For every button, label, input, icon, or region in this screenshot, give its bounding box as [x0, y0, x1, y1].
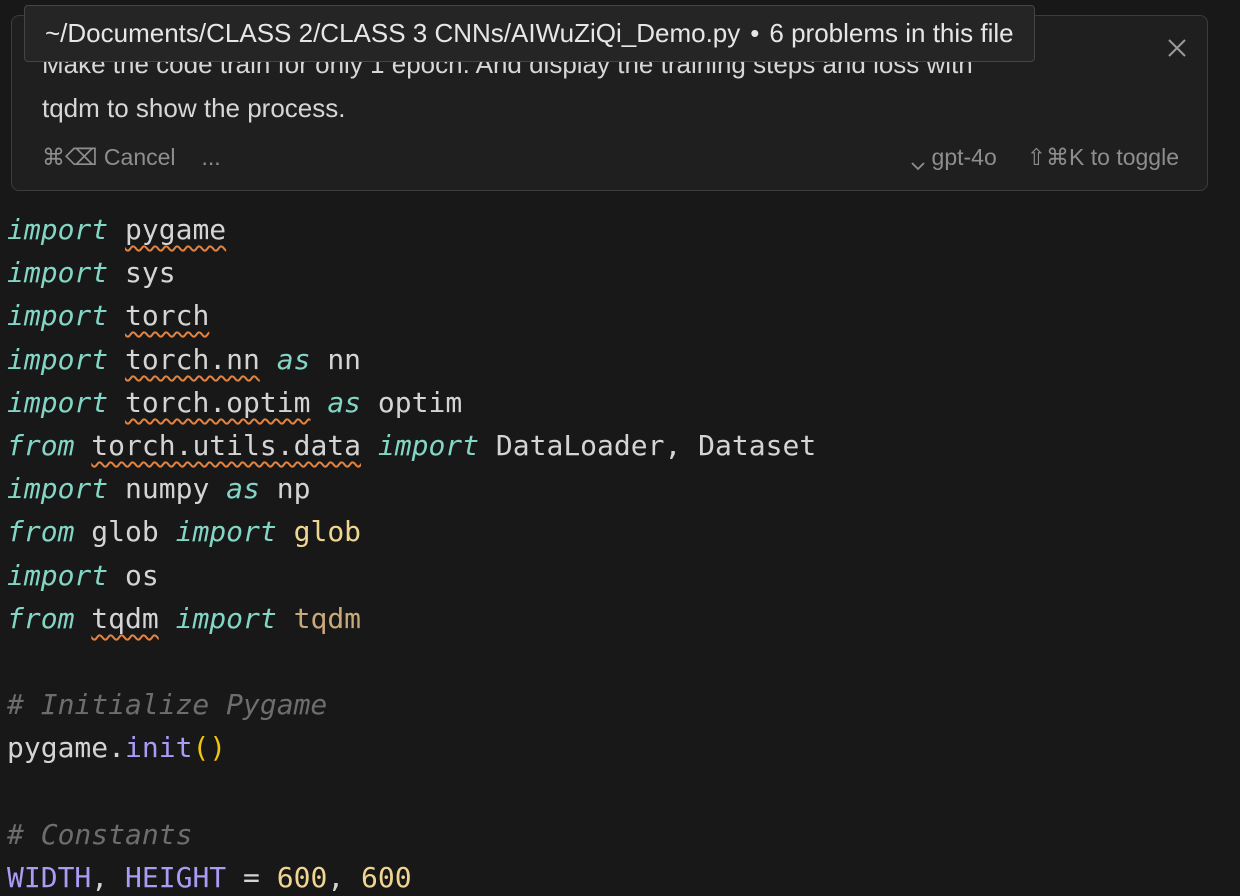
- code-line-8: from glob import glob: [7, 512, 361, 552]
- keyword: import: [7, 213, 109, 246]
- code-line-6: from torch.utils.data import DataLoader,…: [7, 426, 816, 466]
- chevron-down-icon: [910, 151, 926, 171]
- close-icon[interactable]: [1165, 36, 1189, 60]
- constant-name: HEIGHT: [125, 861, 227, 894]
- keyword: from: [7, 515, 75, 548]
- operator: =: [226, 861, 277, 894]
- keyword: from: [7, 429, 75, 462]
- number-literal: 600: [361, 861, 412, 894]
- number-literal: 600: [276, 861, 328, 894]
- alias-name: np: [276, 472, 311, 505]
- code-line-4: import torch.nn as nn: [7, 340, 361, 380]
- module-name: pygame: [125, 213, 227, 246]
- code-line-15: # Constants: [7, 815, 192, 855]
- code-line-9: import os: [7, 556, 159, 596]
- comment: # Constants: [7, 818, 193, 851]
- constant-name: WIDTH: [7, 861, 92, 894]
- keyword: import: [7, 299, 109, 332]
- keyword: import: [7, 386, 109, 419]
- imported-names: DataLoader, Dataset: [495, 429, 817, 462]
- keyword: import: [377, 429, 480, 462]
- module-name: torch.nn: [125, 343, 260, 376]
- cancel-button[interactable]: ⌘⌫ Cancel: [42, 144, 176, 171]
- keyword: as: [276, 343, 311, 376]
- keyword: import: [7, 343, 109, 376]
- keyword: import: [175, 602, 277, 635]
- punctuation: ,: [327, 861, 362, 894]
- problems-count: 6 problems in this file: [769, 18, 1014, 48]
- more-options-button[interactable]: ...: [202, 144, 221, 171]
- code-editor[interactable]: import pygame import sys import torch im…: [0, 195, 1240, 896]
- file-path-tooltip: ~/Documents/CLASS 2/CLASS 3 CNNs/AIWuZiQ…: [24, 5, 1035, 62]
- module-name: glob: [91, 515, 159, 548]
- code-line-16: WIDTH, HEIGHT = 600, 600: [7, 858, 412, 896]
- module-name: torch.utils.data: [91, 429, 362, 462]
- model-label: gpt-4o: [931, 143, 997, 170]
- keyword: as: [226, 472, 260, 505]
- toggle-shortcut-hint: ⇧⌘K to toggle: [1026, 143, 1179, 170]
- prompt-line-2: tqdm to show the process.: [42, 93, 346, 123]
- code-line-3: import torch: [7, 296, 209, 336]
- object-name: pygame.: [7, 731, 126, 764]
- keyword: import: [175, 515, 277, 548]
- function-name: tqdm: [293, 602, 362, 635]
- keyword: import: [7, 559, 109, 592]
- comment: # Initialize Pygame: [7, 688, 328, 721]
- keyword: import: [7, 256, 109, 289]
- file-path: ~/Documents/CLASS 2/CLASS 3 CNNs/AIWuZiQ…: [45, 18, 741, 48]
- module-name: os: [125, 559, 159, 592]
- parentheses: (): [192, 731, 227, 764]
- alias-name: nn: [327, 343, 362, 376]
- model-selector[interactable]: gpt-4o: [910, 144, 997, 171]
- code-line-7: import numpy as np: [7, 469, 310, 509]
- code-line-12: # Initialize Pygame: [7, 685, 327, 725]
- method-call: init: [125, 731, 193, 764]
- keyword: as: [327, 386, 362, 419]
- keyword: from: [7, 602, 75, 635]
- module-name: sys: [125, 256, 176, 289]
- tooltip-separator: •: [750, 18, 760, 48]
- module-name: torch: [125, 299, 210, 332]
- module-name: tqdm: [91, 602, 159, 635]
- prompt-footer: ⌘⌫ Cancel ... gpt-4o ⇧⌘K to toggle: [42, 140, 1179, 174]
- punctuation: ,: [91, 861, 126, 894]
- code-line-1: import pygame: [7, 210, 226, 250]
- code-line-10: from tqdm import tqdm: [7, 599, 361, 639]
- function-name: glob: [293, 515, 362, 548]
- code-line-13: pygame.init(): [7, 728, 226, 768]
- keyword: import: [7, 472, 109, 505]
- module-name: numpy: [125, 472, 210, 505]
- code-line-2: import sys: [7, 253, 176, 293]
- module-name: torch.optim: [125, 386, 311, 419]
- alias-name: optim: [377, 386, 463, 419]
- code-line-5: import torch.optim as optim: [7, 383, 462, 423]
